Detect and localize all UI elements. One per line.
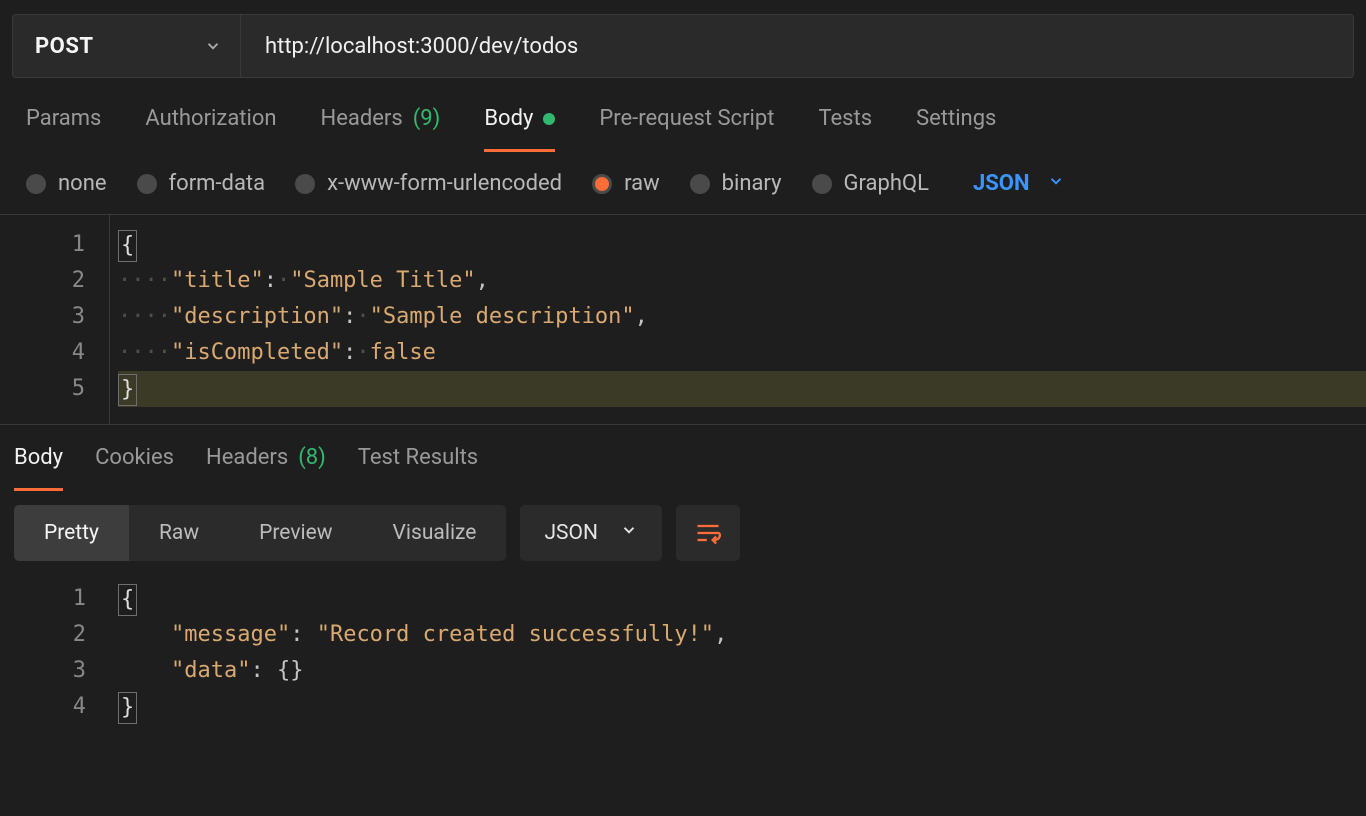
code-line: "data": {} bbox=[118, 653, 1366, 689]
body-type-form-data[interactable]: form-data bbox=[137, 171, 266, 196]
code-line: { bbox=[118, 581, 1366, 617]
radio-icon bbox=[812, 174, 832, 194]
code-line: ····"title":·"Sample Title", bbox=[118, 263, 1366, 299]
response-format-select[interactable]: JSON bbox=[520, 505, 661, 561]
request-body-editor[interactable]: 1 2 3 4 5 { ····"title":·"Sample Title",… bbox=[0, 215, 1366, 425]
response-tab-test-results[interactable]: Test Results bbox=[358, 445, 478, 491]
http-method-select[interactable]: POST bbox=[12, 14, 240, 78]
wrap-icon bbox=[694, 519, 722, 547]
body-type-binary[interactable]: binary bbox=[690, 171, 782, 196]
code-line: { bbox=[118, 227, 1366, 263]
response-view-switch: Pretty Raw Preview Visualize bbox=[14, 505, 506, 561]
view-pretty[interactable]: Pretty bbox=[14, 505, 129, 561]
response-toolbar: Pretty Raw Preview Visualize JSON bbox=[0, 491, 1366, 561]
response-tab-body[interactable]: Body bbox=[14, 445, 63, 491]
request-url-input[interactable] bbox=[240, 14, 1354, 78]
response-tab-headers[interactable]: Headers (8) bbox=[206, 445, 326, 491]
body-type-row: none form-data x-www-form-urlencoded raw… bbox=[0, 153, 1366, 215]
chevron-down-icon bbox=[620, 521, 638, 545]
radio-icon bbox=[295, 174, 315, 194]
request-tabs: Params Authorization Headers (9) Body Pr… bbox=[0, 78, 1366, 153]
code-line: } bbox=[118, 689, 1366, 725]
code-line: "message": "Record created successfully!… bbox=[118, 617, 1366, 653]
tab-prerequest[interactable]: Pre-request Script bbox=[599, 106, 774, 152]
code-line: ····"description":·"Sample description", bbox=[118, 299, 1366, 335]
code-line: } bbox=[118, 371, 1366, 407]
code-area: { "message": "Record created successfull… bbox=[110, 569, 1366, 737]
tab-settings[interactable]: Settings bbox=[916, 106, 996, 152]
radio-icon bbox=[690, 174, 710, 194]
view-visualize[interactable]: Visualize bbox=[363, 505, 507, 561]
response-tab-cookies[interactable]: Cookies bbox=[95, 445, 174, 491]
line-gutter: 1 2 3 4 bbox=[0, 569, 110, 737]
body-type-urlencoded[interactable]: x-www-form-urlencoded bbox=[295, 171, 562, 196]
line-gutter: 1 2 3 4 5 bbox=[0, 215, 110, 424]
tab-tests[interactable]: Tests bbox=[818, 106, 872, 152]
view-raw[interactable]: Raw bbox=[129, 505, 229, 561]
response-tabs: Body Cookies Headers (8) Test Results bbox=[0, 425, 1366, 491]
body-type-graphql[interactable]: GraphQL bbox=[812, 171, 929, 196]
body-type-raw[interactable]: raw bbox=[592, 171, 660, 196]
tab-headers[interactable]: Headers (9) bbox=[321, 106, 441, 152]
code-line: ····"isCompleted":·false bbox=[118, 335, 1366, 371]
wrap-lines-button[interactable] bbox=[676, 505, 740, 561]
chevron-down-icon bbox=[204, 37, 222, 55]
http-method-label: POST bbox=[35, 34, 94, 59]
radio-icon bbox=[137, 174, 157, 194]
response-headers-count: (8) bbox=[298, 445, 326, 470]
body-type-none[interactable]: none bbox=[26, 171, 107, 196]
raw-format-select[interactable]: JSON bbox=[973, 171, 1066, 196]
tab-body[interactable]: Body bbox=[484, 106, 555, 152]
response-body-viewer[interactable]: 1 2 3 4 { "message": "Record created suc… bbox=[0, 569, 1366, 737]
radio-selected-icon bbox=[592, 174, 612, 194]
body-status-dot-icon bbox=[543, 113, 555, 125]
code-area[interactable]: { ····"title":·"Sample Title", ····"desc… bbox=[110, 215, 1366, 424]
view-preview[interactable]: Preview bbox=[229, 505, 362, 561]
headers-count: (9) bbox=[413, 106, 441, 131]
tab-authorization[interactable]: Authorization bbox=[145, 106, 276, 152]
tab-params[interactable]: Params bbox=[26, 106, 101, 152]
radio-icon bbox=[26, 174, 46, 194]
chevron-down-icon bbox=[1047, 171, 1065, 196]
